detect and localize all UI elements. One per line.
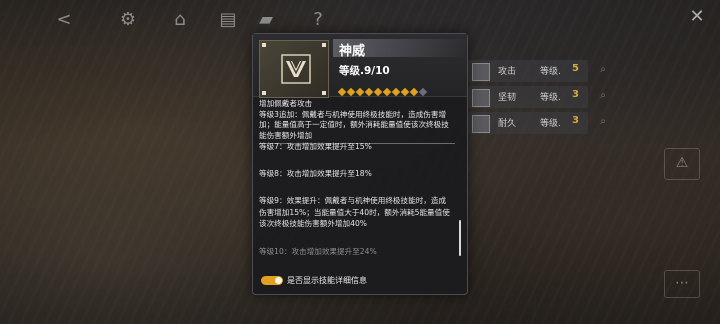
base-description-1: 增加佩戴者攻击 — [259, 99, 313, 108]
star-filled-icon — [400, 87, 410, 97]
star-filled-icon — [337, 87, 347, 97]
magnifier-icon[interactable]: ⌕ — [600, 116, 606, 127]
item-icon-frame — [259, 40, 329, 98]
stat-row[interactable]: 攻击 等级. 5 ⌕ — [468, 60, 606, 82]
star-empty-icon — [418, 87, 428, 97]
stat-badge-icon — [472, 115, 490, 133]
show-details-toggle[interactable] — [261, 276, 283, 285]
level-10-effect: 等级10：攻击增加效果提升至24% — [259, 247, 377, 256]
stat-level-value: 5 — [572, 63, 579, 74]
stat-level-label: 等级. — [540, 67, 561, 77]
toggle-label[interactable]: 是否显示技能详细信息 — [287, 275, 367, 286]
star-filled-icon — [382, 87, 392, 97]
star-filled-icon — [346, 87, 356, 97]
gear-icon[interactable]: ⚙ — [116, 8, 140, 32]
stat-badge-icon — [472, 63, 490, 81]
stat-label: 耐久 — [498, 119, 517, 129]
help-icon[interactable]: ? — [306, 8, 330, 32]
close-icon[interactable]: ✕ — [686, 6, 708, 28]
stat-label: 坚韧 — [498, 93, 517, 103]
menu-icon: ⋯ — [675, 275, 689, 291]
emblem-icon — [281, 54, 311, 84]
warning-icon: ⚠ — [675, 155, 689, 171]
car-icon[interactable]: ▰ — [254, 8, 278, 32]
base-description-2: 等级3追加：佩戴者与机神使用终极技能时，造成伤害增加；能量值高于一定值时，额外消… — [259, 109, 449, 140]
stat-label: 攻击 — [498, 67, 517, 77]
stat-level-value: 3 — [572, 89, 579, 100]
stat-level-label: 等级. — [540, 119, 561, 129]
skill-detail-dialog: 神威 等级.9/10 增加佩戴者攻击 等级3追加：佩戴者与机神使用终极技能时，造… — [252, 33, 468, 295]
magnifier-icon[interactable]: ⌕ — [600, 90, 606, 101]
level-stars — [337, 80, 429, 97]
side-warning-button[interactable]: ⚠ — [664, 148, 700, 180]
stat-badge-icon — [472, 89, 490, 107]
scrollbar[interactable] — [459, 220, 461, 256]
back-icon[interactable]: < — [52, 8, 76, 32]
star-filled-icon — [373, 87, 383, 97]
side-menu-button[interactable]: ⋯ — [664, 270, 700, 298]
stat-level-value: 3 — [572, 115, 579, 126]
item-level: 等级.9/10 — [339, 65, 390, 77]
stats-panel: 攻击 等级. 5 ⌕ 坚韧 等级. 3 ⌕ 耐久 等级. 3 ⌕ — [468, 60, 606, 138]
star-filled-icon — [391, 87, 401, 97]
toggle-knob — [275, 277, 282, 284]
level-7-effect: 等级7：攻击增加效果提升至15% — [259, 142, 372, 151]
level-8-effect: 等级8：攻击增加效果提升至18% — [259, 169, 372, 178]
item-name: 神威 — [339, 44, 366, 59]
star-filled-icon — [355, 87, 365, 97]
star-filled-icon — [364, 87, 374, 97]
dialog-header: 神威 等级.9/10 — [253, 34, 467, 98]
magnifier-icon[interactable]: ⌕ — [600, 64, 606, 75]
level-9-effect: 等级9：效果提升：佩戴者与机神使用终极技能时，造成伤害增加15%；当能量值大于4… — [259, 196, 450, 228]
document-icon[interactable]: ▤ — [216, 8, 240, 32]
stat-level-label: 等级. — [540, 93, 561, 103]
star-filled-icon — [409, 87, 419, 97]
stat-row[interactable]: 耐久 等级. 3 ⌕ — [468, 112, 606, 134]
stat-row[interactable]: 坚韧 等级. 3 ⌕ — [468, 86, 606, 108]
skill-description: 增加佩戴者攻击 等级3追加：佩戴者与机神使用终极技能时，造成伤害增加；能量值高于… — [259, 99, 455, 144]
hanger-icon[interactable]: ⌂ — [168, 8, 192, 32]
